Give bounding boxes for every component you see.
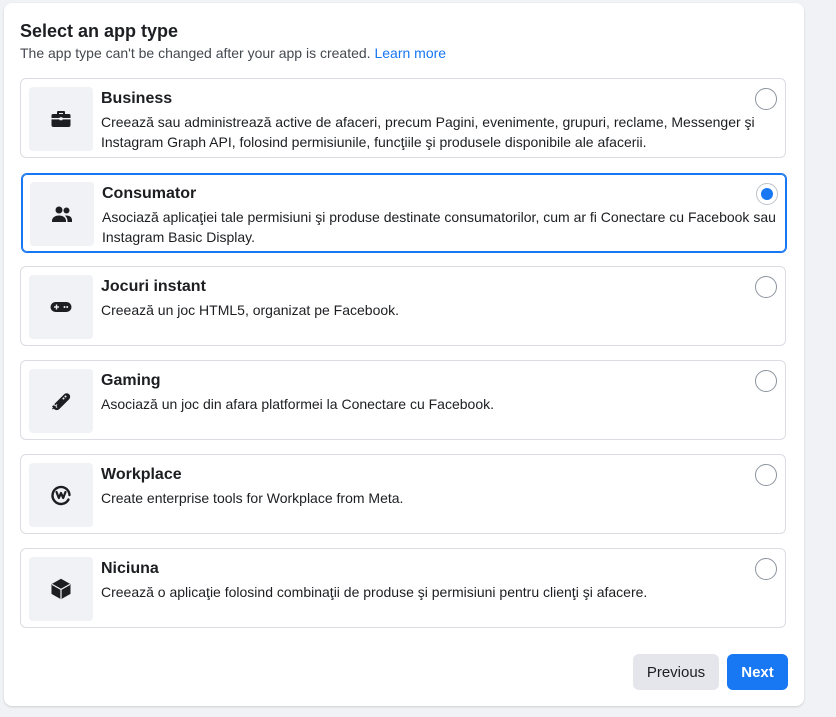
option-radio[interactable] (755, 88, 777, 110)
option-title: Workplace (101, 466, 182, 483)
option-title: Consumator (102, 185, 197, 202)
option-radio[interactable] (755, 276, 777, 298)
next-button[interactable]: Next (727, 654, 788, 690)
learn-more-link[interactable]: Learn more (374, 45, 446, 61)
option-radio-selected[interactable] (756, 183, 778, 205)
option-icon-box (29, 87, 93, 151)
option-icon-box (29, 275, 93, 339)
option-gaming[interactable]: Gaming Asociază un joc din afara platfor… (20, 360, 786, 440)
option-description: Create enterprise tools for Workplace fr… (101, 490, 404, 506)
option-radio[interactable] (755, 558, 777, 580)
gamepad-icon (50, 302, 72, 312)
option-description: Creează un joc HTML5, organizat pe Faceb… (101, 302, 400, 318)
option-radio[interactable] (755, 370, 777, 392)
people-icon (52, 206, 72, 222)
joystick-icon (52, 393, 71, 411)
option-icon-box (29, 557, 93, 621)
option-business[interactable]: Business Creează sau administrează activ… (20, 78, 786, 158)
option-none[interactable]: Niciuna Creează o aplicaţie folosind com… (20, 548, 786, 628)
briefcase-icon (51, 111, 71, 127)
option-title: Gaming (101, 372, 161, 389)
option-radio[interactable] (755, 464, 777, 486)
workplace-icon (51, 485, 71, 506)
option-description: Creează o aplicaţie folosind combinaţii … (101, 584, 648, 600)
option-description: Asociază aplicaţiei tale permisiuni şi p… (102, 209, 776, 245)
cube-icon (51, 578, 71, 600)
option-description: Asociază un joc din afara platformei la … (101, 396, 494, 412)
previous-button[interactable]: Previous (633, 654, 719, 690)
option-icon-box (29, 369, 93, 433)
option-consumer[interactable]: Consumator Asociază aplicaţiei tale perm… (21, 173, 787, 253)
option-title: Niciuna (101, 560, 159, 577)
option-title: Jocuri instant (101, 278, 206, 295)
page-subtitle: The app type can't be changed after your… (20, 45, 446, 61)
option-icon-box (30, 182, 94, 246)
app-type-dialog: Select an app type The app type can't be… (4, 3, 804, 706)
option-description: Creează sau administrează active de afac… (101, 114, 755, 150)
option-instant-games[interactable]: Jocuri instant Creează un joc HTML5, org… (20, 266, 786, 346)
option-title: Business (101, 90, 173, 107)
subtitle-text: The app type can't be changed after your… (20, 45, 371, 61)
option-workplace[interactable]: Workplace Create enterprise tools for Wo… (20, 454, 786, 534)
option-icon-box (29, 463, 93, 527)
page-title: Select an app type (20, 21, 179, 41)
